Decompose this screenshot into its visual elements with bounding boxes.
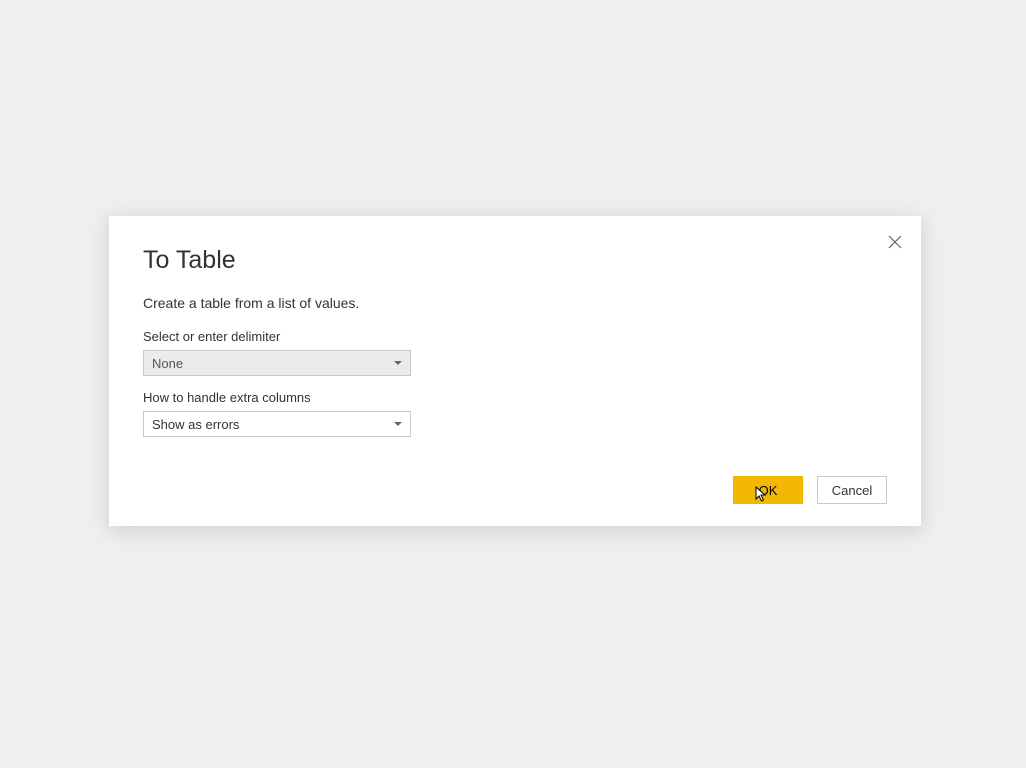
cancel-button[interactable]: Cancel [817,476,887,504]
ok-button[interactable]: OK [733,476,803,504]
dialog-buttons: OK Cancel [733,476,887,504]
dialog-content: To Table Create a table from a list of v… [109,216,921,471]
delimiter-label: Select or enter delimiter [143,329,887,344]
extra-columns-dropdown[interactable]: Show as errors [143,411,411,437]
caret-down-icon [394,422,402,426]
delimiter-value: None [152,356,183,371]
close-button[interactable] [883,230,907,254]
caret-down-icon [394,361,402,365]
delimiter-dropdown[interactable]: None [143,350,411,376]
to-table-dialog: To Table Create a table from a list of v… [109,216,921,526]
close-icon [888,235,902,249]
extra-columns-value: Show as errors [152,417,239,432]
dialog-title: To Table [143,246,887,275]
dialog-subtitle: Create a table from a list of values. [143,295,887,311]
extra-columns-label: How to handle extra columns [143,390,887,405]
